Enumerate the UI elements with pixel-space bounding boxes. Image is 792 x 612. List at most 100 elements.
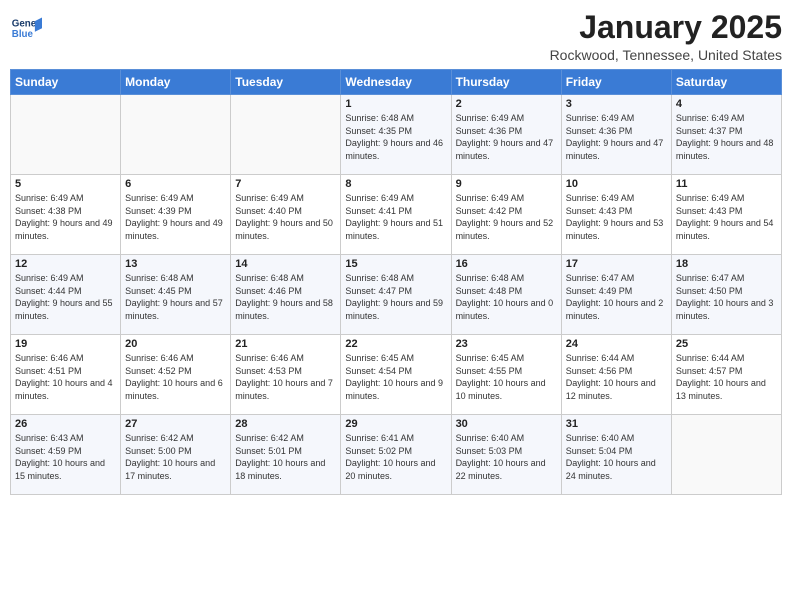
calendar-cell: 12 Sunrise: 6:49 AM Sunset: 4:44 PM Dayli…	[11, 255, 121, 335]
calendar-cell: 16 Sunrise: 6:48 AM Sunset: 4:48 PM Dayli…	[451, 255, 561, 335]
calendar-cell: 29Sunrise: 6:41 AM Sunset: 5:02 PM Dayli…	[341, 415, 451, 495]
calendar-cell: 2 Sunrise: 6:49 AM Sunset: 4:36 PM Daylig…	[451, 95, 561, 175]
weekday-header-tuesday: Tuesday	[231, 70, 341, 95]
calendar-cell: 14 Sunrise: 6:48 AM Sunset: 4:46 PM Dayli…	[231, 255, 341, 335]
title-block: January 2025 Rockwood, Tennessee, United…	[550, 10, 782, 63]
day-number: 6	[125, 178, 226, 190]
calendar-cell: 27Sunrise: 6:42 AM Sunset: 5:00 PM Dayli…	[121, 415, 231, 495]
week-row-4: 26 Sunrise: 6:43 AM Sunset: 4:59 PM Dayli…	[11, 415, 782, 495]
day-number: 28	[235, 418, 336, 430]
calendar-cell: 25 Sunrise: 6:44 AM Sunset: 4:57 PM Dayli…	[671, 335, 781, 415]
day-number: 13	[125, 258, 226, 270]
day-info: Sunrise: 6:40 AM Sunset: 5:04 PM Dayligh…	[566, 432, 667, 482]
day-info: Sunrise: 6:49 AM Sunset: 4:37 PM Dayligh…	[676, 112, 777, 162]
day-info: Sunrise: 6:46 AM Sunset: 4:51 PM Dayligh…	[15, 352, 116, 402]
day-number: 4	[676, 98, 777, 110]
day-number: 23	[456, 338, 557, 350]
calendar-cell: 26 Sunrise: 6:43 AM Sunset: 4:59 PM Dayli…	[11, 415, 121, 495]
day-info: Sunrise: 6:45 AM Sunset: 4:54 PM Dayligh…	[345, 352, 446, 402]
day-info: Sunrise: 6:45 AM Sunset: 4:55 PM Dayligh…	[456, 352, 557, 402]
day-number: 8	[345, 178, 446, 190]
day-info: Sunrise: 6:44 AM Sunset: 4:57 PM Dayligh…	[676, 352, 777, 402]
day-info: Sunrise: 6:43 AM Sunset: 4:59 PM Dayligh…	[15, 432, 116, 482]
calendar-cell: 21 Sunrise: 6:46 AM Sunset: 4:53 PM Dayli…	[231, 335, 341, 415]
calendar-cell: 17Sunrise: 6:47 AM Sunset: 4:49 PM Dayli…	[561, 255, 671, 335]
calendar-cell: 7 Sunrise: 6:49 AM Sunset: 4:40 PM Daylig…	[231, 175, 341, 255]
calendar-cell: 28Sunrise: 6:42 AM Sunset: 5:01 PM Dayli…	[231, 415, 341, 495]
day-number: 25	[676, 338, 777, 350]
calendar-cell: 3Sunrise: 6:49 AM Sunset: 4:36 PM Daylig…	[561, 95, 671, 175]
day-number: 1	[345, 98, 446, 110]
calendar-cell: 20 Sunrise: 6:46 AM Sunset: 4:52 PM Dayli…	[121, 335, 231, 415]
calendar-cell: 23 Sunrise: 6:45 AM Sunset: 4:55 PM Dayli…	[451, 335, 561, 415]
day-info: Sunrise: 6:48 AM Sunset: 4:46 PM Dayligh…	[235, 272, 336, 322]
day-info: Sunrise: 6:46 AM Sunset: 4:53 PM Dayligh…	[235, 352, 336, 402]
calendar-cell: 19 Sunrise: 6:46 AM Sunset: 4:51 PM Dayli…	[11, 335, 121, 415]
day-number: 21	[235, 338, 336, 350]
weekday-header-sunday: Sunday	[11, 70, 121, 95]
day-info: Sunrise: 6:49 AM Sunset: 4:43 PM Dayligh…	[566, 192, 667, 242]
day-number: 31	[566, 418, 667, 430]
day-info: Sunrise: 6:49 AM Sunset: 4:36 PM Dayligh…	[456, 112, 557, 162]
calendar-cell: 24 Sunrise: 6:44 AM Sunset: 4:56 PM Dayli…	[561, 335, 671, 415]
calendar-cell: 18Sunrise: 6:47 AM Sunset: 4:50 PM Dayli…	[671, 255, 781, 335]
day-number: 22	[345, 338, 446, 350]
calendar-cell: 5Sunrise: 6:49 AM Sunset: 4:38 PM Daylig…	[11, 175, 121, 255]
calendar-cell: 30 Sunrise: 6:40 AM Sunset: 5:03 PM Dayli…	[451, 415, 561, 495]
day-info: Sunrise: 6:49 AM Sunset: 4:41 PM Dayligh…	[345, 192, 446, 242]
day-number: 27	[125, 418, 226, 430]
day-number: 24	[566, 338, 667, 350]
day-number: 20	[125, 338, 226, 350]
day-info: Sunrise: 6:47 AM Sunset: 4:50 PM Dayligh…	[676, 272, 777, 322]
weekday-header-wednesday: Wednesday	[341, 70, 451, 95]
day-number: 29	[345, 418, 446, 430]
calendar-cell: 8 Sunrise: 6:49 AM Sunset: 4:41 PM Daylig…	[341, 175, 451, 255]
day-info: Sunrise: 6:49 AM Sunset: 4:44 PM Dayligh…	[15, 272, 116, 322]
weekday-header-row: SundayMondayTuesdayWednesdayThursdayFrid…	[11, 70, 782, 95]
calendar-cell	[11, 95, 121, 175]
calendar-body: 1Sunrise: 6:48 AM Sunset: 4:35 PM Daylig…	[11, 95, 782, 495]
logo-icon: General Blue	[10, 14, 42, 46]
day-info: Sunrise: 6:40 AM Sunset: 5:03 PM Dayligh…	[456, 432, 557, 482]
day-number: 10	[566, 178, 667, 190]
day-number: 12	[15, 258, 116, 270]
calendar-cell	[121, 95, 231, 175]
day-number: 30	[456, 418, 557, 430]
calendar-cell: 9Sunrise: 6:49 AM Sunset: 4:42 PM Daylig…	[451, 175, 561, 255]
calendar-cell: 31 Sunrise: 6:40 AM Sunset: 5:04 PM Dayli…	[561, 415, 671, 495]
day-info: Sunrise: 6:49 AM Sunset: 4:40 PM Dayligh…	[235, 192, 336, 242]
week-row-0: 1Sunrise: 6:48 AM Sunset: 4:35 PM Daylig…	[11, 95, 782, 175]
calendar-cell: 6 Sunrise: 6:49 AM Sunset: 4:39 PM Daylig…	[121, 175, 231, 255]
day-info: Sunrise: 6:44 AM Sunset: 4:56 PM Dayligh…	[566, 352, 667, 402]
day-number: 15	[345, 258, 446, 270]
weekday-header-monday: Monday	[121, 70, 231, 95]
day-info: Sunrise: 6:46 AM Sunset: 4:52 PM Dayligh…	[125, 352, 226, 402]
day-number: 19	[15, 338, 116, 350]
day-number: 2	[456, 98, 557, 110]
day-number: 11	[676, 178, 777, 190]
week-row-1: 5Sunrise: 6:49 AM Sunset: 4:38 PM Daylig…	[11, 175, 782, 255]
day-info: Sunrise: 6:49 AM Sunset: 4:43 PM Dayligh…	[676, 192, 777, 242]
calendar-cell: 13 Sunrise: 6:48 AM Sunset: 4:45 PM Dayli…	[121, 255, 231, 335]
week-row-3: 19 Sunrise: 6:46 AM Sunset: 4:51 PM Dayli…	[11, 335, 782, 415]
day-info: Sunrise: 6:48 AM Sunset: 4:45 PM Dayligh…	[125, 272, 226, 322]
day-info: Sunrise: 6:48 AM Sunset: 4:47 PM Dayligh…	[345, 272, 446, 322]
day-number: 5	[15, 178, 116, 190]
month-title: January 2025	[550, 10, 782, 45]
day-number: 14	[235, 258, 336, 270]
weekday-header-saturday: Saturday	[671, 70, 781, 95]
day-info: Sunrise: 6:47 AM Sunset: 4:49 PM Dayligh…	[566, 272, 667, 322]
calendar-cell: 10 Sunrise: 6:49 AM Sunset: 4:43 PM Dayli…	[561, 175, 671, 255]
calendar-table: SundayMondayTuesdayWednesdayThursdayFrid…	[10, 69, 782, 495]
weekday-header-friday: Friday	[561, 70, 671, 95]
day-number: 16	[456, 258, 557, 270]
day-number: 26	[15, 418, 116, 430]
location: Rockwood, Tennessee, United States	[550, 47, 782, 63]
day-info: Sunrise: 6:48 AM Sunset: 4:48 PM Dayligh…	[456, 272, 557, 322]
calendar-cell: 15 Sunrise: 6:48 AM Sunset: 4:47 PM Dayli…	[341, 255, 451, 335]
calendar-cell	[231, 95, 341, 175]
page-header: General Blue January 2025 Rockwood, Tenn…	[10, 10, 782, 63]
day-number: 7	[235, 178, 336, 190]
day-info: Sunrise: 6:49 AM Sunset: 4:39 PM Dayligh…	[125, 192, 226, 242]
day-info: Sunrise: 6:49 AM Sunset: 4:36 PM Dayligh…	[566, 112, 667, 162]
